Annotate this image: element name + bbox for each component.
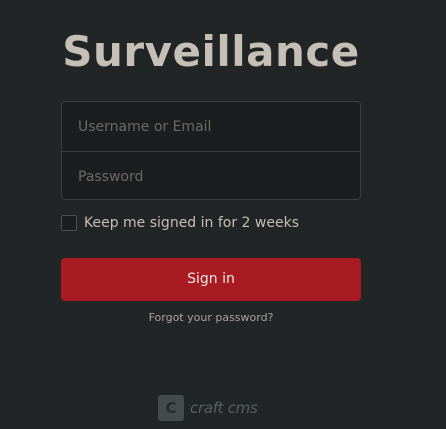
forgot-password-link[interactable]: Forgot your password? [61,311,361,324]
site-title: Surveillance [62,27,360,76]
craft-logo-icon: C [158,395,184,421]
remember-checkbox[interactable] [61,215,77,231]
username-input[interactable] [62,102,360,151]
remember-me[interactable]: Keep me signed in for 2 weeks [61,215,299,231]
craft-brand-text: craft cms [190,399,258,417]
powered-by-craft[interactable]: C craft cms [158,395,258,421]
remember-label[interactable]: Keep me signed in for 2 weeks [84,215,299,231]
password-input[interactable] [62,152,360,199]
sign-in-button[interactable]: Sign in [61,258,361,301]
login-page: Surveillance Keep me signed in for 2 wee… [0,0,446,429]
login-fields [61,101,361,200]
